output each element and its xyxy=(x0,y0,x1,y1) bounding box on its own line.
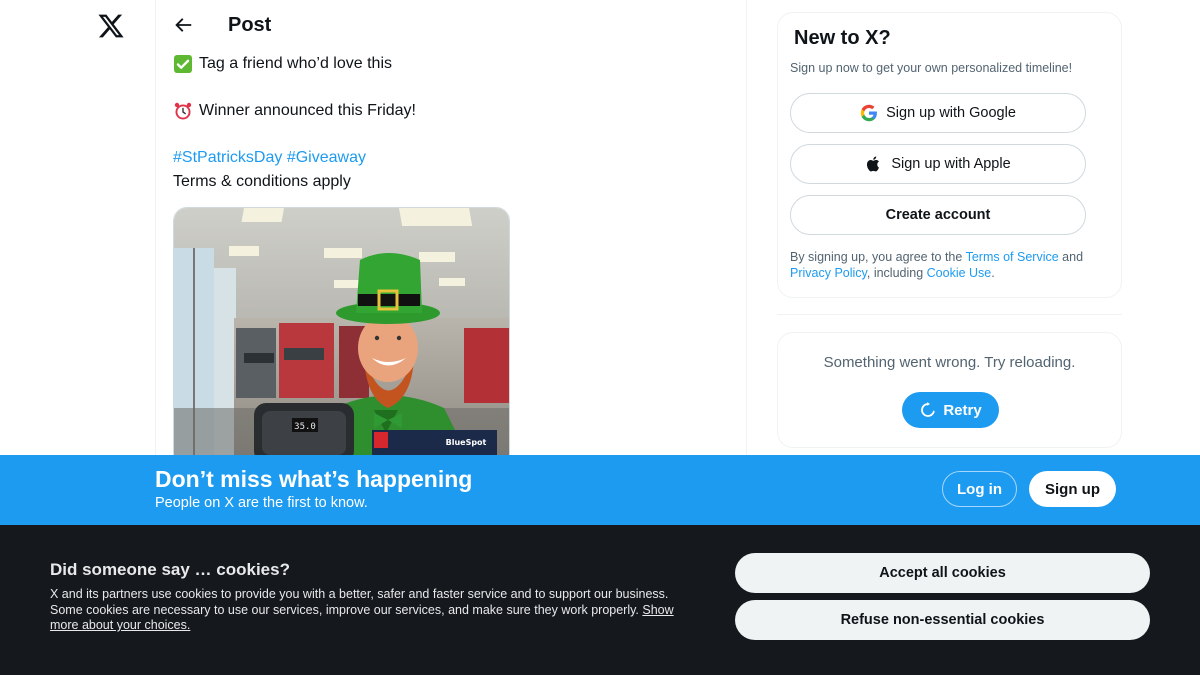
signup-button[interactable]: Sign up xyxy=(1029,471,1116,507)
signup-google-button[interactable]: Sign up with Google xyxy=(790,93,1086,133)
hashtags: #StPatricksDay #Giveaway xyxy=(173,149,366,167)
login-button[interactable]: Log in xyxy=(942,471,1017,507)
legal-text: . xyxy=(991,266,995,280)
create-account-button[interactable]: Create account xyxy=(790,195,1086,235)
cookie-use-link[interactable]: Cookie Use xyxy=(927,266,992,280)
retry-label: Retry xyxy=(943,401,982,419)
hashtag-link[interactable]: #Giveaway xyxy=(287,149,366,166)
left-nav xyxy=(0,0,155,455)
alarm-clock-icon xyxy=(174,102,192,120)
check-mark-button-icon xyxy=(174,55,192,73)
signup-google-label: Sign up with Google xyxy=(886,105,1016,121)
error-message: Something went wrong. Try reloading. xyxy=(823,354,1076,371)
signup-title: New to X? xyxy=(794,27,891,49)
refresh-icon xyxy=(921,402,935,417)
page: Post Tag a friend who’d love this Winner… xyxy=(0,0,1200,675)
tweet-line: Winner announced this Friday! xyxy=(173,101,416,121)
legal-text: By signing up, you agree to the xyxy=(790,250,966,264)
tweet-text: Winner announced this Friday! xyxy=(199,102,416,119)
post-column: Post Tag a friend who’d love this Winner… xyxy=(155,0,747,455)
refuse-cookies-button[interactable]: Refuse non-essential cookies xyxy=(735,600,1150,640)
privacy-policy-link[interactable]: Privacy Policy xyxy=(790,266,867,280)
legal-text: , including xyxy=(866,266,927,280)
post-header: Post xyxy=(156,0,746,52)
cookie-body: X and its partners use cookies to provid… xyxy=(50,587,690,634)
tweet-photo[interactable]: 35.0 BlueSpot xyxy=(173,207,510,455)
error-card: Something went wrong. Try reloading. Ret… xyxy=(777,332,1122,448)
apple-icon xyxy=(867,156,880,172)
accept-cookies-button[interactable]: Accept all cookies xyxy=(735,553,1150,593)
signup-apple-button[interactable]: Sign up with Apple xyxy=(790,144,1086,184)
create-account-label: Create account xyxy=(885,207,991,223)
terms-text: Terms & conditions apply xyxy=(173,173,351,190)
page-title: Post xyxy=(228,14,272,36)
cookie-title: Did someone say … cookies? xyxy=(50,560,290,579)
hashtag-link[interactable]: #StPatricksDay xyxy=(173,149,282,166)
arrow-left-icon[interactable] xyxy=(172,14,194,36)
tweet-text: Tag a friend who’d love this xyxy=(199,55,392,72)
cookie-body-text: X and its partners use cookies to provid… xyxy=(50,587,669,617)
divider xyxy=(777,314,1122,315)
banner-title: Don’t miss what’s happening xyxy=(155,466,473,492)
signup-apple-label: Sign up with Apple xyxy=(891,156,1011,172)
signup-card: New to X? Sign up now to get your own pe… xyxy=(777,12,1122,298)
retry-button[interactable]: Retry xyxy=(902,392,999,428)
photo-image: 35.0 BlueSpot xyxy=(174,208,509,455)
brand-box-text: BlueSpot xyxy=(446,438,487,447)
google-icon xyxy=(860,104,878,122)
banner-subtitle: People on X are the first to know. xyxy=(155,495,368,511)
legal-text: and xyxy=(1058,250,1084,264)
tweet-line: Tag a friend who’d love this xyxy=(173,54,392,74)
terms-of-service-link[interactable]: Terms of Service xyxy=(966,250,1059,264)
signup-banner: Don’t miss what’s happening People on X … xyxy=(0,455,1200,525)
device-display: 35.0 xyxy=(294,422,316,432)
cookie-consent-bar: Did someone say … cookies? X and its par… xyxy=(0,525,1200,675)
x-logo-icon[interactable] xyxy=(97,12,125,40)
signup-subtitle: Sign up now to get your own personalized… xyxy=(790,61,1073,75)
signup-legal-text: By signing up, you agree to the Terms of… xyxy=(790,249,1110,281)
